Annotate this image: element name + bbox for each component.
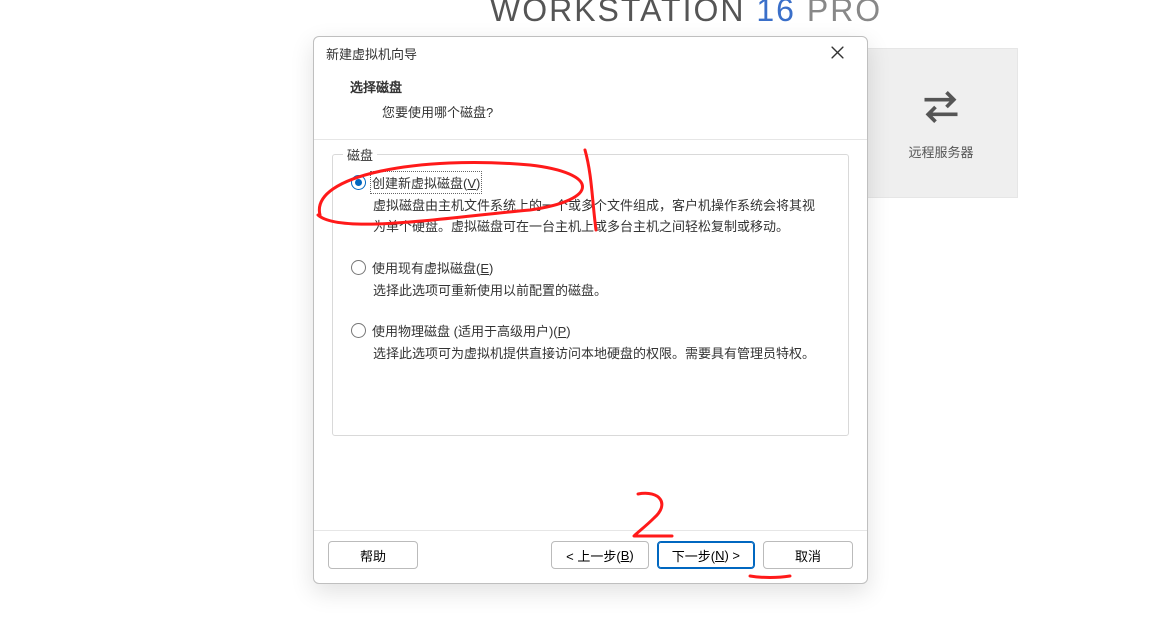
logo-edition: PRO [807,0,882,28]
dialog-titlebar: 新建虚拟机向导 [314,37,867,71]
logo-text: WORKSTATION [490,0,745,28]
wizard-header: 选择磁盘 您要使用哪个磁盘? [314,71,867,140]
disk-group-legend: 磁盘 [343,145,377,164]
wizard-body: 磁盘 创建新虚拟磁盘(V) 虚拟磁盘由主机文件系统上的一个或多个文件组成，客户机… [314,140,867,530]
radio-use-physical-disk[interactable]: 使用物理磁盘 (适用于高级用户)(P) 选择此选项可为虚拟机提供直接访问本地硬盘… [351,321,830,365]
wizard-footer: 帮助 < 上一步(B) 下一步(N) > 取消 [314,530,867,583]
logo-version: 16 [756,0,796,28]
radio-description: 选择此选项可重新使用以前配置的磁盘。 [351,281,830,302]
disk-group: 磁盘 创建新虚拟磁盘(V) 虚拟磁盘由主机文件系统上的一个或多个文件组成，客户机… [332,154,849,436]
radio-indicator [351,260,366,275]
dialog-title: 新建虚拟机向导 [326,44,417,63]
radio-description: 选择此选项可为虚拟机提供直接访问本地硬盘的权限。需要具有管理员特权。 [351,344,830,365]
remote-server-tile[interactable]: 远程服务器 [864,48,1018,198]
wizard-heading: 选择磁盘 [350,77,847,96]
app-logo: WORKSTATION 16 PRO [490,0,882,29]
next-button[interactable]: 下一步(N) > [657,541,755,569]
swap-arrows-icon [919,85,963,132]
radio-label: 使用物理磁盘 (适用于高级用户)(P) [372,321,571,340]
wizard-subheading: 您要使用哪个磁盘? [350,102,847,121]
radio-label: 创建新虚拟磁盘(V) [372,173,480,192]
radio-create-new-disk[interactable]: 创建新虚拟磁盘(V) 虚拟磁盘由主机文件系统上的一个或多个文件组成，客户机操作系… [351,173,830,238]
radio-indicator [351,323,366,338]
help-button[interactable]: 帮助 [328,541,418,569]
radio-label: 使用现有虚拟磁盘(E) [372,258,493,277]
tile-label: 远程服务器 [908,142,973,161]
radio-description: 虚拟磁盘由主机文件系统上的一个或多个文件组成，客户机操作系统会将其视为单个硬盘。… [351,196,830,238]
close-button[interactable] [817,40,857,68]
back-button[interactable]: < 上一步(B) [551,541,649,569]
close-icon [831,46,844,62]
cancel-button[interactable]: 取消 [763,541,853,569]
new-vm-wizard-dialog: 新建虚拟机向导 选择磁盘 您要使用哪个磁盘? 磁盘 创建新虚拟磁盘(V) 虚拟磁… [313,36,868,584]
radio-use-existing-disk[interactable]: 使用现有虚拟磁盘(E) 选择此选项可重新使用以前配置的磁盘。 [351,258,830,302]
radio-indicator [351,175,366,190]
